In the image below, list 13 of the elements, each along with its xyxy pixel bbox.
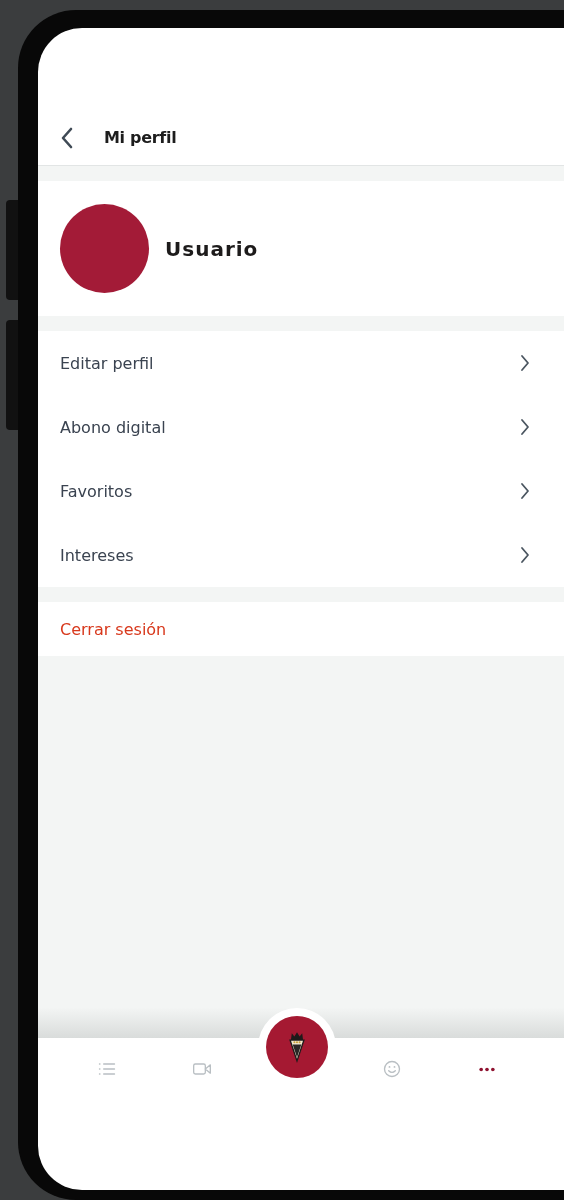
chevron-right-icon — [520, 482, 530, 500]
chevron-right-icon — [520, 418, 530, 436]
menu-item[interactable]: Abono digital — [38, 395, 564, 459]
menu-item[interactable]: Editar perfil — [38, 331, 564, 395]
back-icon[interactable] — [60, 125, 74, 150]
page-title: Mi perfil — [104, 128, 177, 147]
menu-item[interactable]: Intereses — [38, 523, 564, 587]
menu-item[interactable]: Favoritos — [38, 459, 564, 523]
chevron-right-icon — [520, 546, 530, 564]
more-icon[interactable] — [476, 1065, 497, 1073]
logout-link[interactable]: Cerrar sesión — [60, 619, 167, 639]
user-name: Usuario — [165, 236, 259, 261]
chevron-right-icon — [520, 354, 530, 372]
